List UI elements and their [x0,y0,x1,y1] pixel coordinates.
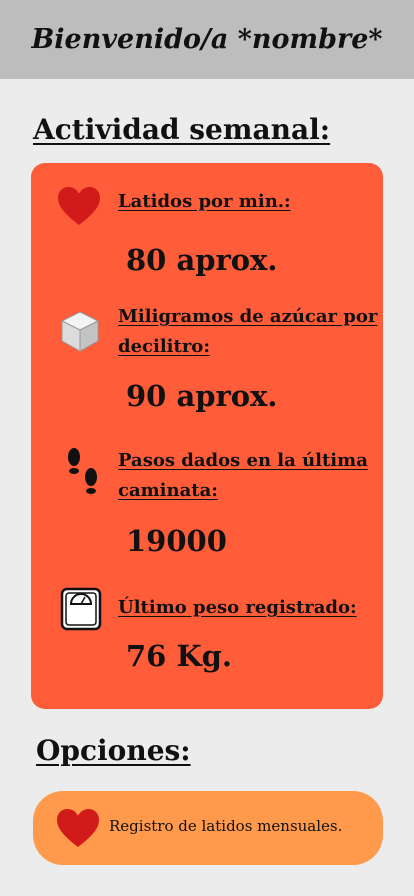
options-title: Opciones: [36,734,191,767]
weight-value: 76 Kg. [126,639,233,673]
heart-rate-label: Latidos por min.: [118,191,291,212]
sugar-cube-icon [57,308,103,354]
steps-label: Pasos dados en la última caminata: [118,450,368,501]
welcome-title: Bienvenido/a *nombre* [31,24,383,55]
weekly-activity-card: Latidos por min.: 80 aprox. Miligramos d… [31,163,383,709]
heart-rate-value: 80 aprox. [126,243,278,277]
steps-value: 19000 [126,524,227,558]
footprints-icon [63,447,103,499]
app-header: Bienvenido/a *nombre* [0,0,414,79]
sugar-value: 90 aprox. [126,379,278,413]
scale-icon [60,587,102,631]
sugar-label: Miligramos de azúcar por decilitro: [118,306,378,357]
heart-icon [55,807,101,849]
heart-icon [56,183,102,229]
option-label: Registro de latidos mensuales. [109,817,343,835]
weekly-activity-title: Actividad semanal: [33,113,331,146]
weight-label: Último peso registrado: [118,597,357,618]
monthly-heart-rate-option[interactable]: Registro de latidos mensuales. [33,791,383,865]
